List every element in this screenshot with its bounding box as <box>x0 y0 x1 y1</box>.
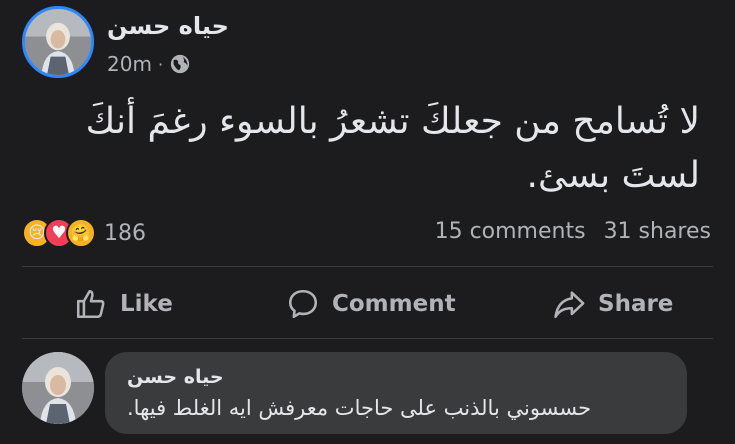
post-author-name[interactable]: حياه حسن <box>107 12 229 40</box>
author-avatar[interactable] <box>22 6 94 78</box>
facebook-post: حياه حسن 20m · لا تُسامح من جعلكَ تشعرُ … <box>0 0 735 444</box>
post-meta: 20m · <box>107 52 191 76</box>
share-label: Share <box>598 291 674 317</box>
comment-text: حسسوني بالذنب على حاجات معرفش ايه الغلط … <box>127 396 592 420</box>
thumbs-up-icon <box>76 289 105 319</box>
shares-count-link[interactable]: 31 shares <box>604 219 711 244</box>
meta-separator: · <box>157 54 164 74</box>
divider <box>22 338 713 339</box>
comment-button[interactable]: Comment <box>286 284 456 324</box>
share-arrow-icon <box>554 291 585 319</box>
reaction-count: 186 <box>104 220 146 246</box>
post-time[interactable]: 20m <box>107 52 152 76</box>
speech-bubble-icon <box>288 289 318 319</box>
avatar-image <box>22 352 94 424</box>
post-text: لا تُسامح من جعلكَ تشعرُ بالسوء رغمَ أنك… <box>85 101 700 196</box>
share-button[interactable]: Share <box>552 284 673 324</box>
commenter-avatar[interactable] <box>22 352 94 424</box>
comment-label: Comment <box>332 291 456 317</box>
comment-author-name[interactable]: حياه حسن <box>127 366 224 388</box>
globe-icon[interactable] <box>169 53 191 75</box>
divider <box>22 266 713 267</box>
post-stats: 15 comments 31 shares <box>435 219 711 244</box>
comments-count-link[interactable]: 15 comments <box>435 219 586 244</box>
comment-bubble: حياه حسن حسسوني بالذنب على حاجات معرفش ا… <box>105 352 687 434</box>
like-button[interactable]: Like <box>74 284 173 324</box>
avatar-image <box>25 9 91 75</box>
care-emoji-icon: 🤗 <box>66 218 96 248</box>
like-label: Like <box>120 291 173 317</box>
reaction-summary[interactable]: 😢 ♥ 🤗 186 <box>22 218 146 248</box>
